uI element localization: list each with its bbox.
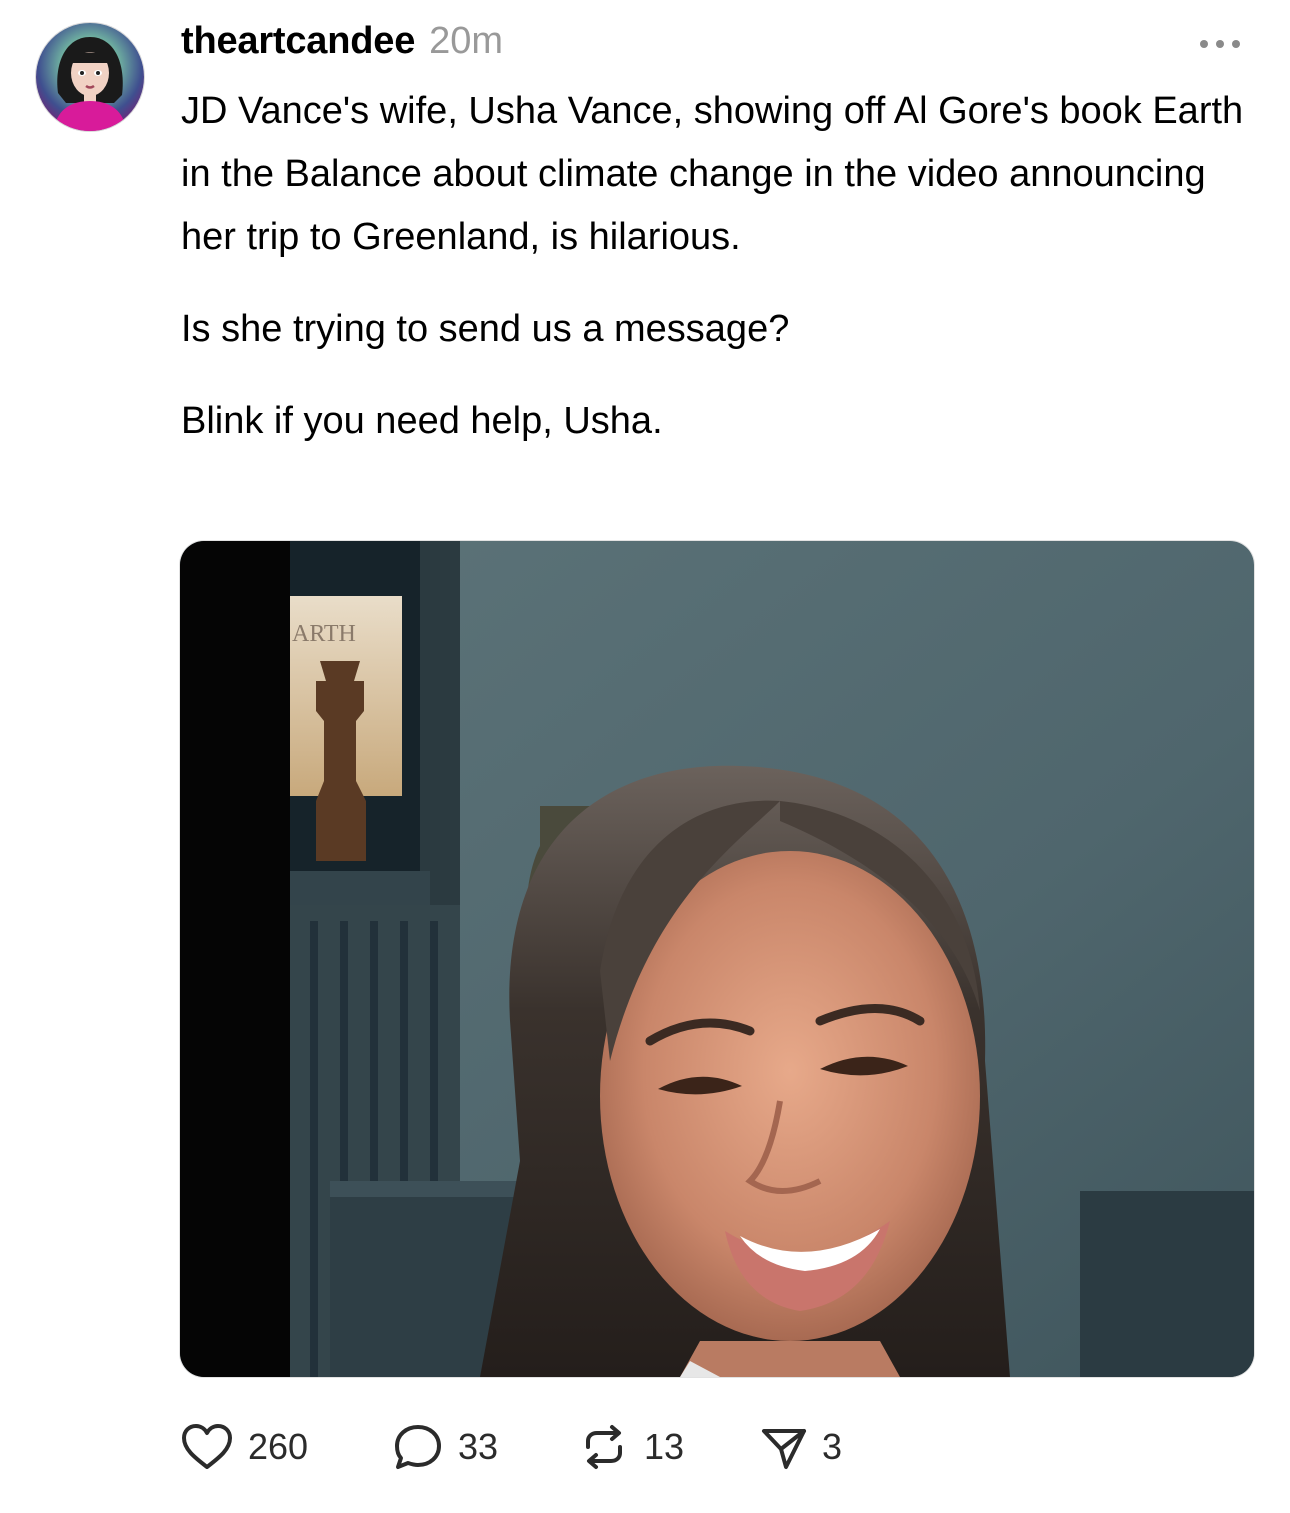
more-button[interactable] bbox=[1196, 30, 1244, 58]
share-count: 3 bbox=[822, 1426, 843, 1467]
avatar-illustration bbox=[36, 23, 144, 131]
book-cover-text: ARTH bbox=[292, 621, 356, 647]
post-media[interactable]: ARTH bbox=[180, 541, 1254, 1377]
post-header: theartcandee 20m bbox=[181, 20, 503, 68]
post-paragraph: JD Vance's wife, Usha Vance, showing off… bbox=[181, 90, 1244, 258]
post-paragraph: Is she trying to send us a message? bbox=[181, 308, 790, 350]
repost-icon bbox=[586, 1425, 622, 1469]
more-dots-icon bbox=[1200, 40, 1240, 48]
reply-count: 33 bbox=[458, 1426, 499, 1467]
video-still-image: ARTH bbox=[180, 541, 1254, 1377]
post-actions: 260 33 13 3 bbox=[180, 1420, 880, 1474]
share-icon bbox=[762, 1429, 806, 1469]
repost-count: 13 bbox=[644, 1426, 685, 1467]
username[interactable]: theartcandee bbox=[181, 20, 415, 63]
post-body: JD Vance's wife, Usha Vance, showing off… bbox=[181, 80, 1251, 453]
share-button[interactable]: 3 bbox=[760, 1423, 880, 1471]
heart-icon bbox=[182, 1424, 232, 1469]
timestamp: 20m bbox=[429, 20, 504, 62]
like-count: 260 bbox=[248, 1426, 309, 1467]
like-button[interactable]: 260 bbox=[180, 1423, 392, 1471]
avatar[interactable] bbox=[36, 23, 144, 131]
repost-button[interactable]: 13 bbox=[578, 1423, 760, 1471]
reply-bubble-icon bbox=[395, 1425, 441, 1469]
reply-button[interactable]: 33 bbox=[392, 1422, 578, 1472]
post-paragraph: Blink if you need help, Usha. bbox=[181, 400, 663, 442]
